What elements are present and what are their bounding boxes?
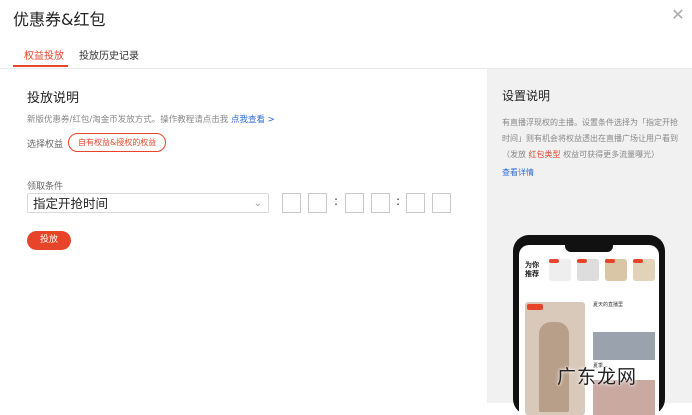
live-card — [525, 302, 585, 415]
card-image — [593, 332, 655, 360]
view-details-link[interactable]: 查看详情 — [502, 167, 534, 178]
product-thumb — [605, 259, 627, 281]
tab-bar: 权益投放 投放历史记录 — [0, 38, 692, 69]
tab-delivery-history[interactable]: 投放历史记录 — [79, 47, 139, 62]
instructions-text-2: 权益可获得更多流量曝光） — [563, 150, 660, 159]
condition-select-value: 指定开抢时间 — [33, 196, 109, 211]
card-caption: 夏天的直播里 — [593, 302, 624, 308]
red-packet-type: 红包类型 — [528, 150, 561, 159]
time-box-3[interactable] — [345, 193, 364, 213]
time-box-1[interactable] — [282, 193, 301, 213]
select-benefit-label: 选择权益 — [27, 140, 64, 150]
chevron-down-icon: ⌄ — [253, 198, 262, 209]
recommend-label: 为你 推荐 — [525, 261, 539, 278]
description-text: 新版优惠券/红包/淘金币发放方式。操作教程请点击我 — [27, 115, 229, 125]
live-badge — [527, 304, 543, 310]
instructions-panel: 设置说明 有直播浮现权的主播。设置条件选择为「指定开抢时间」则有机会将权益透出在… — [487, 69, 692, 415]
condition-select[interactable]: 指定开抢时间 ⌄ — [27, 193, 269, 213]
active-tab-indicator — [13, 65, 68, 67]
time-box-4[interactable] — [371, 193, 390, 213]
live-tag — [605, 259, 615, 263]
live-tag — [577, 259, 587, 263]
watermark: 广东龙网 — [557, 366, 638, 388]
dialog-title: 优惠券&红包 — [13, 10, 106, 29]
product-thumb — [577, 259, 599, 281]
time-box-6[interactable] — [432, 193, 451, 213]
condition-label: 领取条件 — [27, 182, 64, 192]
benefit-chip[interactable]: 自有权益&授权的权益 — [68, 133, 167, 152]
deliver-button[interactable]: 投放 — [27, 231, 71, 250]
tab-benefit-delivery[interactable]: 权益投放 — [24, 47, 64, 62]
close-icon[interactable]: ✕ — [670, 7, 686, 23]
instructions-title: 设置说明 — [502, 89, 551, 103]
time-box-2[interactable] — [308, 193, 327, 213]
live-tag — [633, 259, 643, 263]
time-box-5[interactable] — [406, 193, 425, 213]
instructions-text: 有直播浮现权的主播。设置条件选择为「指定开抢时间」则有机会将权益透出在直播广场让… — [502, 115, 682, 163]
product-thumb — [633, 259, 655, 281]
time-colon-2: : — [396, 194, 401, 208]
product-thumb — [549, 259, 571, 281]
section-title: 投放说明 — [27, 91, 80, 106]
live-tag — [549, 259, 559, 263]
phone-screen: 为你 推荐 夏天的直播里 夏季... — [519, 245, 659, 415]
description: 新版优惠券/红包/淘金币发放方式。操作教程请点击我 点我查看 > — [27, 113, 275, 125]
tutorial-link[interactable]: 点我查看 > — [231, 115, 275, 125]
left-panel: 投放说明 新版优惠券/红包/淘金币发放方式。操作教程请点击我 点我查看 > 选择… — [0, 69, 487, 403]
time-colon-1: : — [334, 194, 339, 208]
phone-notch — [565, 245, 613, 252]
